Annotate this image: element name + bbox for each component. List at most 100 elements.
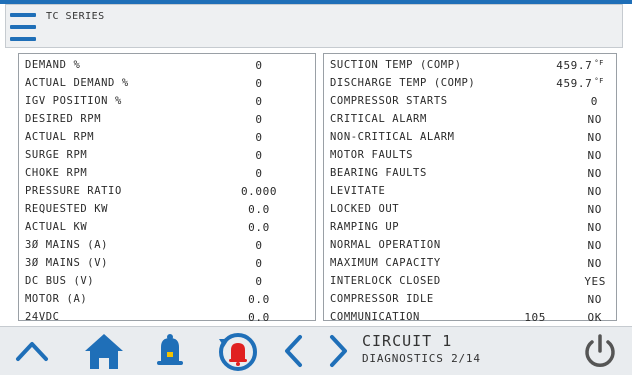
row-value: 0 (255, 239, 263, 252)
row-label: ACTUAL DEMAND % (25, 77, 129, 89)
value-text: 459.7 (556, 77, 593, 90)
alarm-reset-icon[interactable] (216, 331, 260, 371)
row-value: NO (587, 113, 602, 126)
row-label: REQUESTED KW (25, 203, 109, 215)
list-item: CHOKE RPM 0 (19, 165, 315, 183)
row-label: 24VDC (25, 311, 60, 323)
list-item: 3Ø MAINS (A) 0 (19, 237, 315, 255)
chevron-right-icon[interactable] (324, 331, 352, 371)
chevron-up-icon[interactable] (12, 331, 52, 371)
list-item: LEVITATE NO (324, 183, 616, 201)
list-item: ACTUAL DEMAND % 0 (19, 75, 315, 93)
circuit-title: CIRCUIT 1 (362, 332, 453, 350)
row-label: 3Ø MAINS (V) (25, 257, 109, 269)
row-value: NO (587, 131, 602, 144)
list-item: MAXIMUM CAPACITY NO (324, 255, 616, 273)
unit-label: °F (594, 59, 604, 67)
page-indicator: DIAGNOSTICS 2/14 (362, 352, 481, 365)
list-item: INTERLOCK CLOSED YES (324, 273, 616, 291)
list-item: SUCTION TEMP (COMP) 459.7 °F (324, 57, 616, 75)
list-item: CRITICAL ALARM NO (324, 111, 616, 129)
page-title: TC SERIES (46, 11, 105, 22)
list-item: PRESSURE RATIO 0.000 (19, 183, 315, 201)
row-value: 0.0 (248, 221, 270, 234)
row-value: 0 (255, 167, 263, 180)
list-item: DEMAND % 0 (19, 57, 315, 75)
row-label: DISCHARGE TEMP (COMP) (330, 77, 476, 89)
list-item: MOTOR (A) 0.0 (19, 291, 315, 309)
list-item: SURGE RPM 0 (19, 147, 315, 165)
row-value: 0 (255, 59, 263, 72)
header-bar: TC SERIES (5, 4, 623, 48)
row-value: NO (587, 149, 602, 162)
row-value: 0.000 (240, 185, 278, 198)
value-text: 459.7 (556, 59, 593, 72)
row-value: 0 (255, 77, 263, 90)
comm-code-value: 105 (524, 311, 546, 324)
row-label: DEMAND % (25, 59, 81, 71)
list-item: MOTOR FAULTS NO (324, 147, 616, 165)
list-item: BEARING FAULTS NO (324, 165, 616, 183)
row-value: 0 (255, 131, 263, 144)
list-item: 3Ø MAINS (V) 0 (19, 255, 315, 273)
right-diagnostics-panel: SUCTION TEMP (COMP) 459.7 °F DISCHARGE TEM… (323, 53, 617, 324)
power-icon[interactable] (580, 331, 620, 371)
row-value: NO (587, 257, 602, 270)
list-item: ACTUAL RPM 0 (19, 129, 315, 147)
row-label: COMPRESSOR STARTS (330, 95, 448, 107)
list-item: COMPRESSOR STARTS 0 (324, 93, 616, 111)
left-diagnostics-panel: DEMAND % 0 ACTUAL DEMAND % 0 IGV POSITION … (18, 53, 316, 324)
row-value: 0 (255, 95, 263, 108)
row-value: 0 (255, 275, 263, 288)
row-value: 0 (590, 95, 598, 108)
row-value: NO (587, 239, 602, 252)
row-label: IGV POSITION % (25, 95, 122, 107)
row-label: NORMAL OPERATION (330, 239, 441, 251)
list-item: NON-CRITICAL ALARM NO (324, 129, 616, 147)
row-value: 459.7 °F (556, 77, 604, 90)
row-value: 0 (255, 257, 263, 270)
row-label: CHOKE RPM (25, 167, 88, 179)
list-item: DESIRED RPM 0 (19, 111, 315, 129)
row-value: OK (587, 311, 602, 324)
row-label: DC BUS (V) (25, 275, 95, 287)
list-item: COMPRESSOR IDLE NO (324, 291, 616, 309)
row-label: BEARING FAULTS (330, 167, 427, 179)
row-value: 459.7 °F (556, 59, 604, 72)
row-label: CRITICAL ALARM (330, 113, 427, 125)
row-label: ACTUAL RPM (25, 131, 95, 143)
list-item: IGV POSITION % 0 (19, 93, 315, 111)
chevron-left-icon[interactable] (280, 331, 308, 371)
home-icon[interactable] (82, 331, 126, 371)
row-label: LEVITATE (330, 185, 386, 197)
list-item: NORMAL OPERATION NO (324, 237, 616, 255)
row-value: YES (584, 275, 606, 288)
row-label: COMMUNICATION (330, 311, 420, 323)
row-label: ACTUAL KW (25, 221, 88, 233)
row-label: 3Ø MAINS (A) (25, 239, 109, 251)
row-value: 0.0 (248, 203, 270, 216)
row-value: NO (587, 185, 602, 198)
row-value: NO (587, 221, 602, 234)
row-value: NO (587, 293, 602, 306)
list-item: LOCKED OUT NO (324, 201, 616, 219)
row-value: 0 (255, 149, 263, 162)
row-label: NON-CRITICAL ALARM (330, 131, 455, 143)
list-item: 24VDC 0.0 (19, 309, 315, 327)
row-label: MAXIMUM CAPACITY (330, 257, 441, 269)
row-value: NO (587, 167, 602, 180)
row-label: LOCKED OUT (330, 203, 400, 215)
unit-label: °F (594, 77, 604, 85)
list-item: COMMUNICATION 105 OK (324, 309, 616, 327)
row-label: SURGE RPM (25, 149, 88, 161)
row-value: 0.0 (248, 311, 270, 324)
list-item: DC BUS (V) 0 (19, 273, 315, 291)
list-item: REQUESTED KW 0.0 (19, 201, 315, 219)
hamburger-menu-icon[interactable] (10, 9, 38, 43)
list-item: DISCHARGE TEMP (COMP) 459.7 °F (324, 75, 616, 93)
bell-icon[interactable] (152, 331, 188, 371)
row-value: 0.0 (248, 293, 270, 306)
row-label: MOTOR (A) (25, 293, 88, 305)
row-label: INTERLOCK CLOSED (330, 275, 441, 287)
row-value: NO (587, 203, 602, 216)
